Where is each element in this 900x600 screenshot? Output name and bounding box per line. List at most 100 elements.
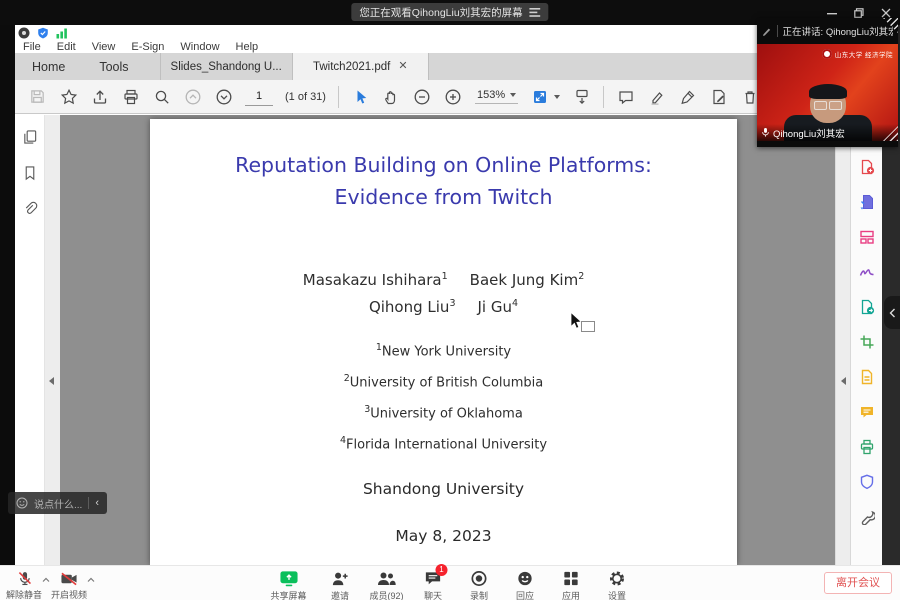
apps-grid-icon xyxy=(562,569,581,588)
apps-button[interactable]: 应用 xyxy=(555,569,588,600)
tab-close-icon[interactable]: ✕ xyxy=(398,61,407,72)
tab-document-slides[interactable]: Slides_Shandong U... xyxy=(160,53,292,80)
page-thumbnails-icon[interactable] xyxy=(22,129,38,145)
record-button[interactable]: 录制 xyxy=(463,569,496,600)
chat-button[interactable]: 聊天 1 xyxy=(417,569,450,600)
slide-title: Reputation Building on Online Platforms:… xyxy=(150,149,737,213)
share-upload-icon[interactable] xyxy=(90,87,109,106)
zoom-in-icon[interactable] xyxy=(444,87,463,106)
previous-page-icon[interactable] xyxy=(183,87,202,106)
chat-quick-input[interactable]: 说点什么... ‹ xyxy=(8,492,107,514)
menu-esign[interactable]: E-Sign xyxy=(131,41,164,53)
chat-label: 聊天 xyxy=(424,589,442,600)
network-signal-icon xyxy=(56,27,68,39)
protect-icon[interactable] xyxy=(859,474,875,490)
tab-home[interactable]: Home xyxy=(15,53,82,80)
unmute-control[interactable]: 解除静音 xyxy=(1,570,47,600)
members-icon xyxy=(376,569,396,588)
comments-tool-icon[interactable] xyxy=(859,404,875,420)
scroll-mode-icon[interactable] xyxy=(572,87,591,106)
prepare-form-icon[interactable] xyxy=(859,369,875,385)
menu-help[interactable]: Help xyxy=(236,41,259,53)
camera-off-icon xyxy=(60,570,78,587)
comment-icon[interactable] xyxy=(616,87,635,106)
slide-affiliations: 1New York University 2University of Brit… xyxy=(150,341,737,465)
document-canvas[interactable]: Reputation Building on Online Platforms:… xyxy=(60,115,835,565)
share-screen-button[interactable]: 共享屏幕 xyxy=(266,569,310,600)
tab-document-twitch[interactable]: Twitch2021.pdf ✕ xyxy=(292,53,429,80)
page-fit-caret-icon[interactable] xyxy=(554,95,560,99)
speaker-video-panel[interactable]: 正在讲话: QihongLiu刘其宏 山东大学 经济学院 xyxy=(757,18,898,147)
star-icon[interactable] xyxy=(59,87,78,106)
author-2: Baek Jung Kim xyxy=(470,271,579,289)
slide-title-line1: Reputation Building on Online Platforms: xyxy=(150,149,737,181)
leave-meeting-button[interactable]: 离开会议 xyxy=(824,572,892,594)
attachments-icon[interactable] xyxy=(22,201,38,217)
meeting-left-strip xyxy=(0,25,15,565)
menu-view[interactable]: View xyxy=(92,41,116,53)
bookmarks-icon[interactable] xyxy=(22,165,38,181)
slide-venue: Shandong University xyxy=(150,480,737,498)
search-icon[interactable] xyxy=(152,87,171,106)
hand-tool-icon[interactable] xyxy=(382,87,401,106)
minimize-button[interactable] xyxy=(826,7,838,19)
save-icon[interactable] xyxy=(28,87,47,106)
tab-tools[interactable]: Tools xyxy=(82,53,145,80)
export-pdf-icon[interactable] xyxy=(859,194,875,210)
zoom-out-icon[interactable] xyxy=(413,87,432,106)
apps-label: 应用 xyxy=(562,589,580,600)
glasses xyxy=(814,101,842,109)
members-button[interactable]: 成员(92) xyxy=(369,569,403,600)
highlighter-icon[interactable] xyxy=(647,87,666,106)
menu-edit[interactable]: Edit xyxy=(57,41,76,53)
fill-sign-icon[interactable] xyxy=(678,87,697,106)
record-label: 录制 xyxy=(470,589,488,600)
settings-button[interactable]: 设置 xyxy=(601,569,634,600)
chat-input-placeholder[interactable]: 说点什么... xyxy=(34,496,82,511)
reactions-icon xyxy=(516,569,535,588)
menu-window[interactable]: Window xyxy=(180,41,219,53)
more-tools-icon[interactable] xyxy=(859,509,875,525)
page-edit-icon[interactable] xyxy=(709,87,728,106)
close-button[interactable] xyxy=(880,7,892,19)
print-production-icon[interactable] xyxy=(859,439,875,455)
restore-button[interactable] xyxy=(853,7,865,19)
crop-pages-icon[interactable] xyxy=(859,334,875,350)
pdf-page: Reputation Building on Online Platforms:… xyxy=(150,119,737,565)
expand-right-pane-icon[interactable] xyxy=(841,377,846,385)
affiliation-4: 4Florida International University xyxy=(150,434,737,448)
zoom-level-select[interactable]: 153% xyxy=(475,89,518,104)
settings-gear-icon xyxy=(608,569,627,588)
reactions-button[interactable]: 回应 xyxy=(509,569,542,600)
speaker-name-text: QihongLiu刘其宏 xyxy=(773,126,845,140)
collapse-chat-icon[interactable]: ‹ xyxy=(95,498,99,509)
fill-and-sign-icon[interactable] xyxy=(859,264,875,280)
banner-menu-icon[interactable] xyxy=(530,8,541,17)
collapse-left-pane-icon[interactable] xyxy=(49,377,54,385)
next-page-icon[interactable] xyxy=(214,87,233,106)
security-shield-icon xyxy=(37,27,49,39)
page-count-label: (1 of 31) xyxy=(285,91,326,103)
reactions-label: 回应 xyxy=(516,589,534,600)
author-3: Qihong Liu xyxy=(369,298,450,316)
select-tool-icon[interactable] xyxy=(351,87,370,106)
chat-unread-badge: 1 xyxy=(436,564,448,576)
create-pdf-icon[interactable] xyxy=(859,159,875,175)
video-panel-collapse-tab[interactable] xyxy=(884,296,900,329)
share-screen-icon xyxy=(279,569,298,588)
mic-on-icon xyxy=(761,127,770,138)
organize-pages-icon[interactable] xyxy=(859,229,875,245)
send-for-review-icon[interactable] xyxy=(859,299,875,315)
chat-pill-divider xyxy=(88,497,89,509)
menu-file[interactable]: File xyxy=(23,41,41,53)
camera-options-chevron-icon[interactable] xyxy=(87,577,95,583)
cursor-tooltip-box xyxy=(581,321,595,332)
page-number-input[interactable] xyxy=(245,88,273,106)
invite-button[interactable]: 邀请 xyxy=(323,569,356,600)
start-video-control[interactable]: 开启视频 xyxy=(46,570,92,600)
emoji-icon[interactable] xyxy=(16,497,28,509)
page-fit-icon[interactable] xyxy=(530,87,549,106)
affiliation-3: 3University of Oklahoma xyxy=(150,403,737,417)
print-icon[interactable] xyxy=(121,87,140,106)
slide-title-line2: Evidence from Twitch xyxy=(150,181,737,213)
